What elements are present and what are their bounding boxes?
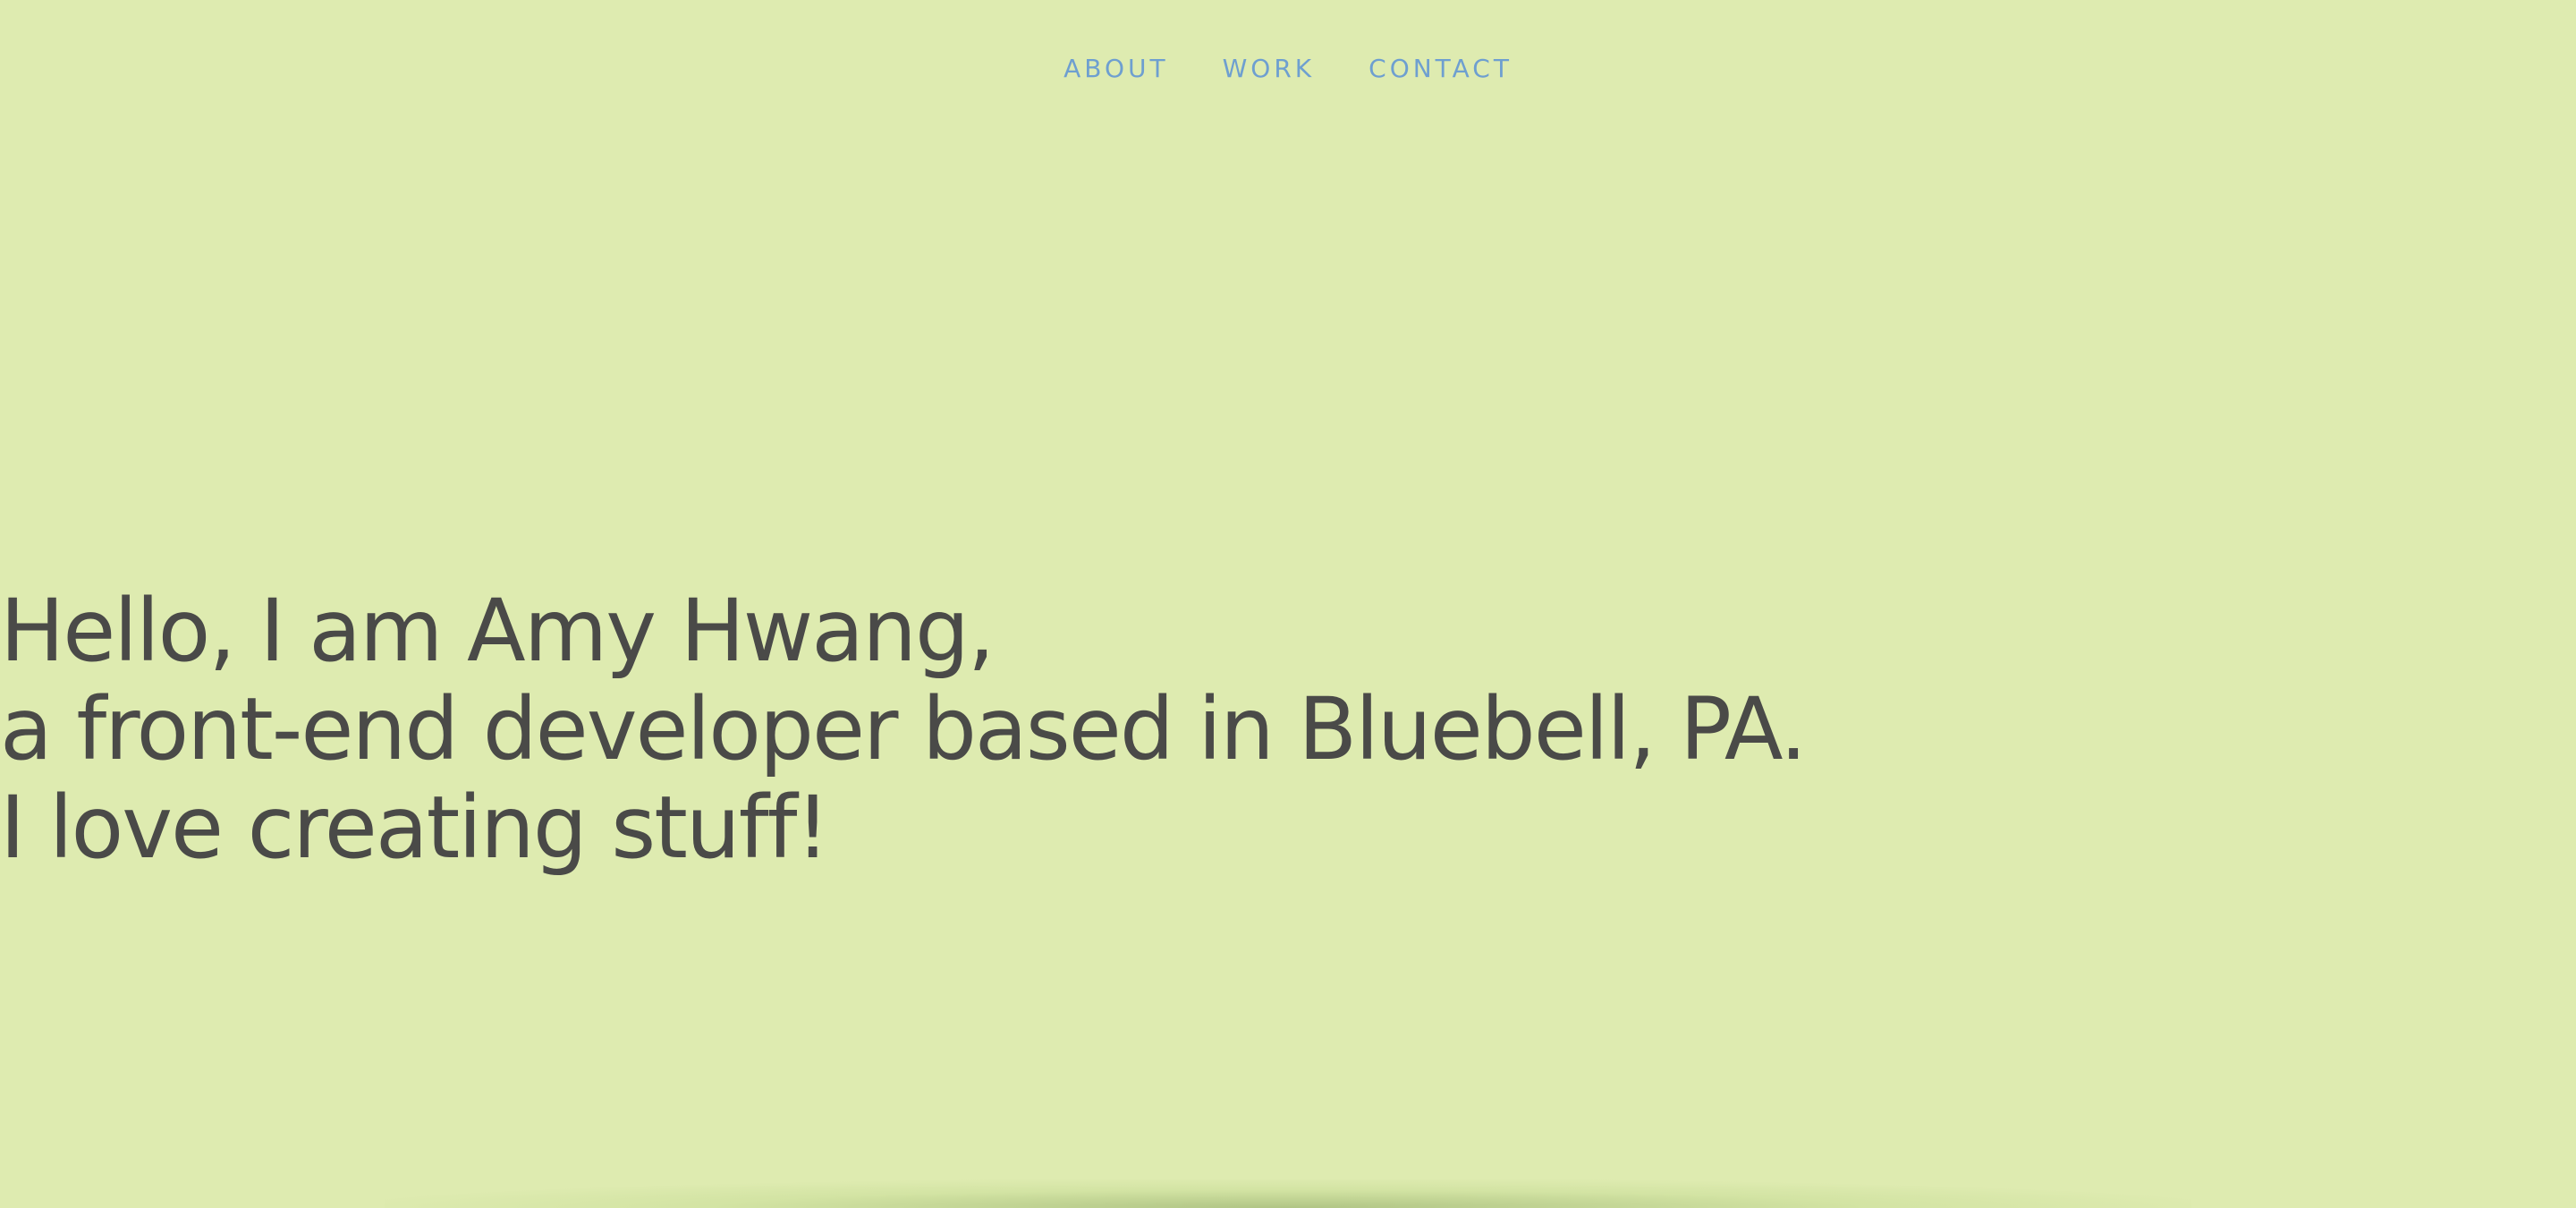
main-nav: ABOUT WORK CONTACT [0,54,2576,83]
content-card-top-shadow [385,1179,2191,1208]
hero-line-role: a front-end developer based in Bluebell,… [0,679,1807,779]
nav-link-contact[interactable]: CONTACT [1368,54,1513,83]
hero-heading: Hello, I am Amy Hwang, a front-end devel… [0,581,1807,878]
hero-line-tagline: I love creating stuff! [0,778,830,878]
nav-link-about[interactable]: ABOUT [1063,54,1169,83]
hero-line-greeting: Hello, I am Amy Hwang, [0,581,995,681]
nav-link-work[interactable]: WORK [1223,54,1316,83]
